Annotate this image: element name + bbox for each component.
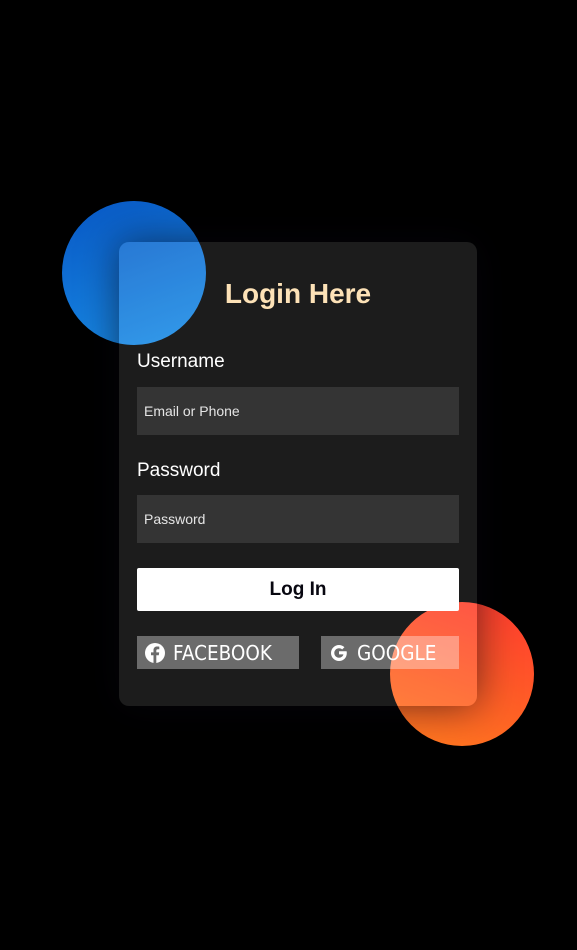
username-label: Username [137, 351, 225, 372]
google-label: Google [357, 640, 437, 665]
login-form: Login Here Username Password Log In Face… [119, 242, 477, 706]
username-input[interactable] [137, 387, 459, 435]
form-title-text: Login Here [224, 278, 372, 309]
login-page: Login Here Username Password Log In Face… [0, 0, 577, 950]
form-title: Login Here [119, 278, 477, 310]
password-input[interactable] [137, 495, 459, 543]
login-button[interactable]: Log In [137, 568, 459, 611]
facebook-icon [144, 642, 165, 663]
google-icon [328, 642, 349, 663]
facebook-login-button[interactable]: Facebook [137, 636, 299, 669]
google-login-button[interactable]: Google [321, 636, 459, 669]
facebook-label: Facebook [173, 640, 272, 665]
password-label: Password [137, 460, 221, 481]
